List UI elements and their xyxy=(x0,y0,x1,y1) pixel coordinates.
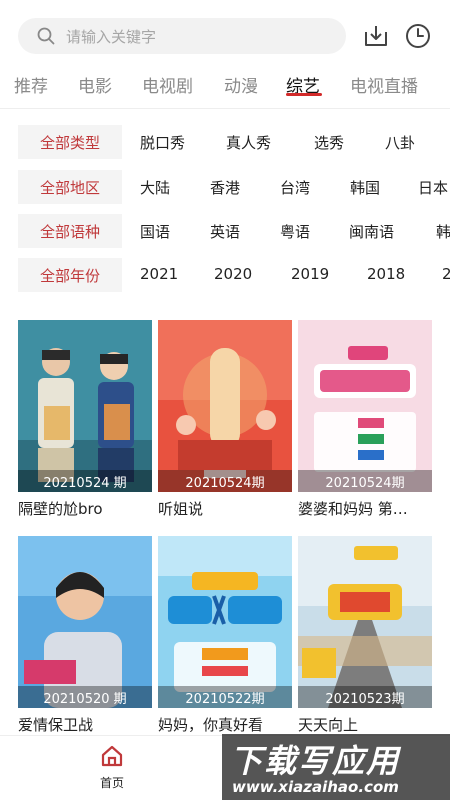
filter-option[interactable]: 2019 xyxy=(291,265,329,283)
download-icon[interactable] xyxy=(362,22,390,50)
filter-row-region: 全部地区 大陆 香港 台湾 韩国 日本 xyxy=(0,170,450,204)
show-poster[interactable]: 20210524期 xyxy=(298,320,432,492)
tab-movies[interactable]: 电影 xyxy=(78,72,112,97)
tab-live-tv[interactable]: 电视直播 xyxy=(350,72,418,97)
show-poster[interactable]: 20210520 期 xyxy=(18,536,152,708)
filter-option[interactable]: 国语 xyxy=(140,221,170,242)
watermark: 下载写应用 www.xiazaihao.com xyxy=(222,734,450,800)
episode-date: 20210523期 xyxy=(298,686,432,708)
filter-option[interactable]: 台湾 xyxy=(280,177,310,198)
tab-anime[interactable]: 动漫 xyxy=(224,72,258,97)
filter-option[interactable]: 大陆 xyxy=(140,177,170,198)
show-title[interactable]: 妈妈，你真好看 xyxy=(158,714,294,735)
tab-tv-series[interactable]: 电视剧 xyxy=(142,72,193,97)
filter-option[interactable]: 真人秀 xyxy=(226,132,271,153)
category-tabs: 推荐 电影 电视剧 动漫 综艺 电视直播 xyxy=(0,66,450,106)
show-poster[interactable]: 20210524期 xyxy=(158,320,292,492)
top-bar: 请输入关键字 xyxy=(0,0,450,60)
filter-region-all[interactable]: 全部地区 xyxy=(18,170,122,204)
divider xyxy=(0,108,450,109)
show-poster[interactable]: 20210522期 xyxy=(158,536,292,708)
nav-home-label: 首页 xyxy=(99,776,124,790)
episode-date: 20210520 期 xyxy=(18,686,152,708)
filter-row-year: 全部年份 2021 2020 2019 2018 2 xyxy=(0,258,450,292)
episode-date: 20210524期 xyxy=(158,470,292,492)
filter-option[interactable]: 2021 xyxy=(140,265,178,283)
filter-option[interactable]: 八卦 xyxy=(385,132,415,153)
active-tab-indicator xyxy=(286,93,322,96)
search-icon xyxy=(36,26,56,46)
episode-date: 20210524期 xyxy=(298,470,432,492)
filter-option[interactable]: 2018 xyxy=(367,265,405,283)
filter-row-type: 全部类型 脱口秀 真人秀 选秀 八卦 xyxy=(0,125,450,159)
filter-option[interactable]: 粤语 xyxy=(280,221,310,242)
filter-language-all[interactable]: 全部语种 xyxy=(18,214,122,248)
tab-recommend[interactable]: 推荐 xyxy=(14,72,48,97)
show-poster[interactable]: 20210523期 xyxy=(298,536,432,708)
search-placeholder[interactable]: 请输入关键字 xyxy=(66,26,156,47)
show-title[interactable]: 听姐说 xyxy=(158,498,294,519)
nav-home[interactable]: 首页 xyxy=(92,744,132,791)
show-title[interactable]: 隔壁的尬bro xyxy=(18,498,154,519)
filter-option[interactable]: 2020 xyxy=(214,265,252,283)
filter-year-all[interactable]: 全部年份 xyxy=(18,258,122,292)
filter-option[interactable]: 韩国 xyxy=(350,177,380,198)
filter-option[interactable]: 脱口秀 xyxy=(140,132,185,153)
show-poster[interactable]: 20210524 期 xyxy=(18,320,152,492)
search-bar[interactable]: 请输入关键字 xyxy=(18,18,346,54)
filter-option[interactable]: 日本 xyxy=(418,177,448,198)
watermark-url: www.xiazaihao.com xyxy=(232,778,399,796)
filter-option[interactable]: 2 xyxy=(442,265,450,283)
clock-icon[interactable] xyxy=(404,22,432,50)
watermark-text: 下载写应用 xyxy=(230,742,401,780)
filter-option[interactable]: 香港 xyxy=(210,177,240,198)
episode-date: 20210524 期 xyxy=(18,470,152,492)
home-icon xyxy=(100,744,124,772)
filter-option[interactable]: 英语 xyxy=(210,221,240,242)
filter-type-all[interactable]: 全部类型 xyxy=(18,125,122,159)
filter-option[interactable]: 选秀 xyxy=(314,132,344,153)
show-title[interactable]: 天天向上 xyxy=(298,714,434,735)
show-title[interactable]: 爱情保卫战 xyxy=(18,714,154,735)
filter-option[interactable]: 闽南语 xyxy=(349,221,394,242)
show-title[interactable]: 婆婆和妈妈 第… xyxy=(298,498,434,519)
filter-option[interactable]: 韩 xyxy=(436,221,450,242)
filter-row-language: 全部语种 国语 英语 粤语 闽南语 韩 xyxy=(0,214,450,248)
episode-date: 20210522期 xyxy=(158,686,292,708)
